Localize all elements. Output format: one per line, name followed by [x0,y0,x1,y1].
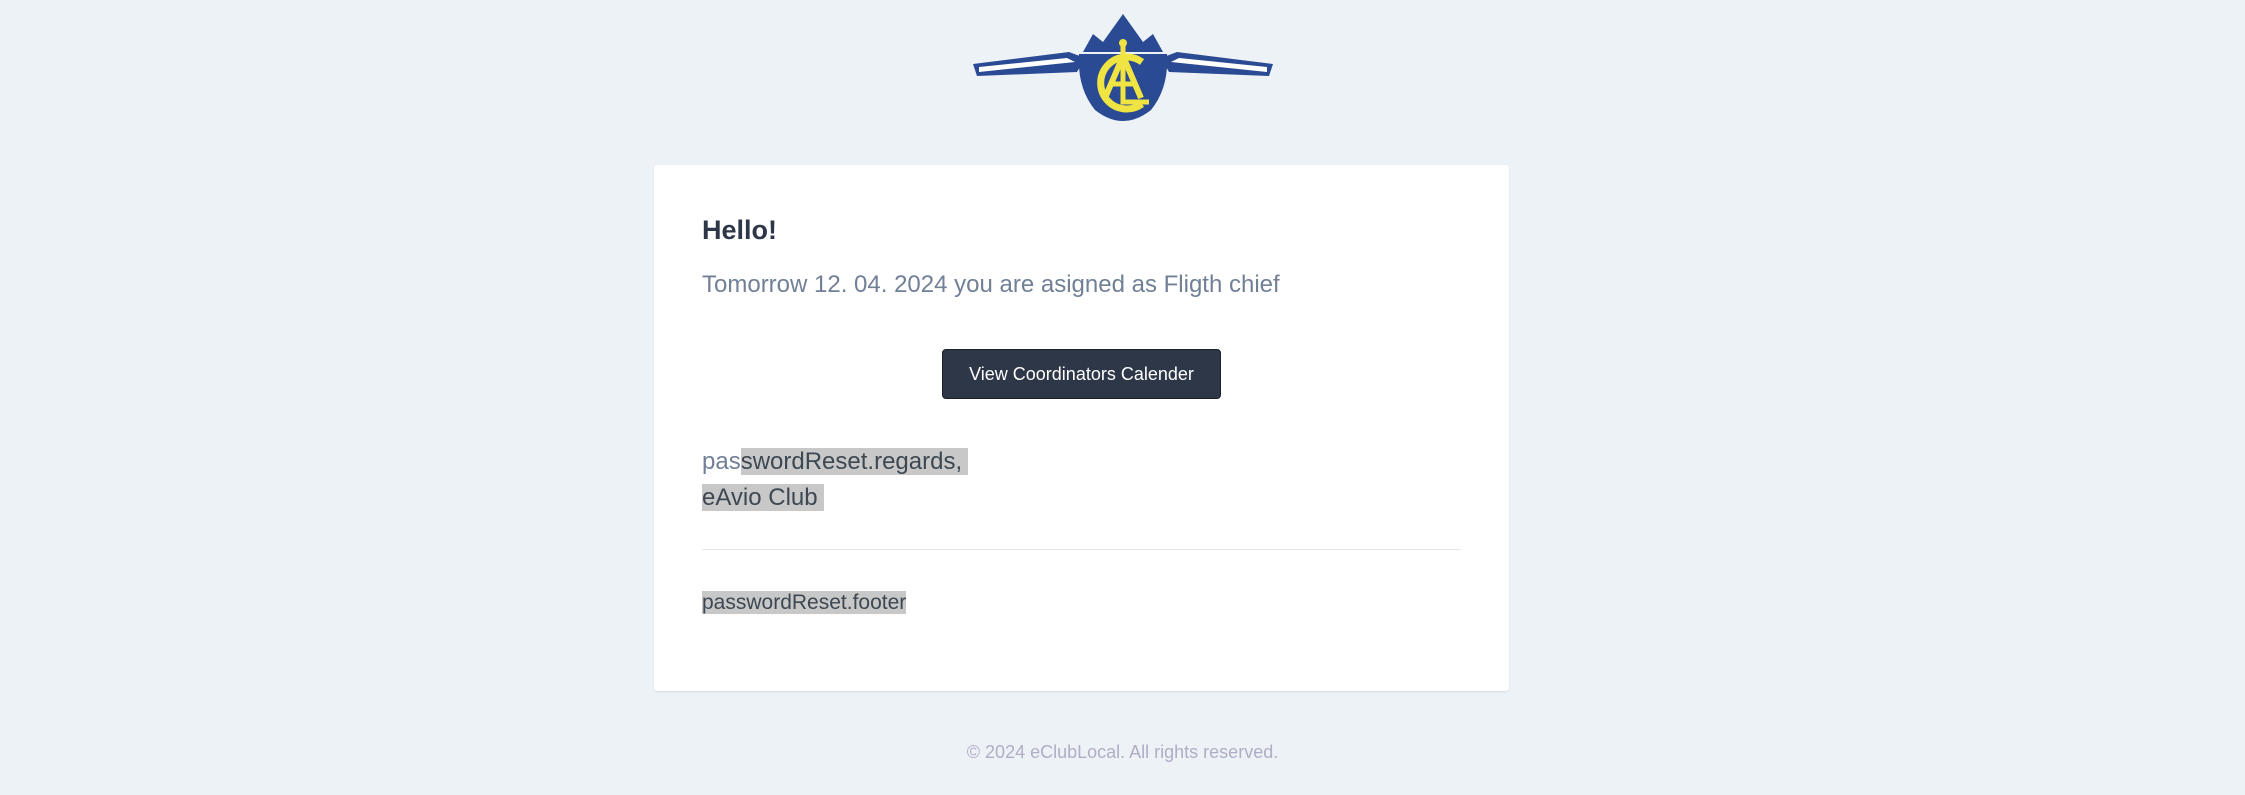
header-logo-area [0,12,2245,130]
eclub-winged-logo-icon[interactable] [971,12,1275,126]
subcopy-text: passwordReset.footer [702,591,907,614]
regards-text-plain: pas [702,448,741,475]
copyright-footer: © 2024 eClubLocal. All rights reserved. [966,742,1279,762]
regards-block: passwordReset.regards, eAvio Club [702,444,1461,516]
view-calendar-button[interactable]: View Coordinators Calender [942,349,1221,399]
regards-text-highlight: swordReset.regards, [740,448,969,475]
content-divider [702,549,1461,550]
regards-line-1: passwordReset.regards, [702,444,1461,480]
email-card: Hello! Tomorrow 12. 04. 2024 you are asi… [654,165,1509,691]
regards-line-2: eAvio Club [702,480,1461,516]
club-signature: eAvio Club [702,484,824,511]
action-area: View Coordinators Calender [702,349,1461,399]
assignment-message: Tomorrow 12. 04. 2024 you are asigned as… [702,271,1280,298]
subcopy-note: passwordReset.footer [702,588,1461,618]
greeting-heading: Hello! [702,215,778,245]
